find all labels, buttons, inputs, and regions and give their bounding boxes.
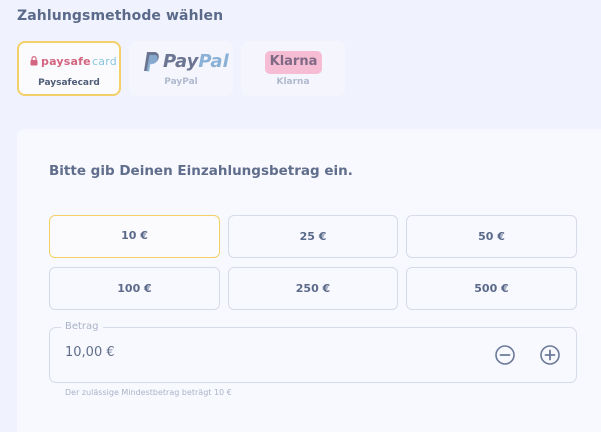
method-paypal[interactable]: PayPal PayPal [129,41,233,96]
section-title: Zahlungsmethode wählen [17,8,224,24]
method-label: PayPal [164,77,198,87]
amount-option-50[interactable]: 50 € [406,215,577,258]
payment-page: Zahlungsmethode wählen paysafe card Pays… [0,0,601,432]
minus-circle-icon[interactable] [494,344,516,366]
paypal-logo-text-primary: Pay [163,51,199,72]
paypal-logo-text-secondary: Pal [198,51,229,72]
method-klarna[interactable]: Klarna Klarna [241,41,345,96]
paysafecard-logo: paysafe card [29,55,129,71]
method-paysafecard[interactable]: paysafe card Paysafecard [17,41,121,96]
method-label: Klarna [276,77,310,87]
paysafecard-logo-text-secondary: card [92,55,117,68]
min-amount-hint: Der zulässige Mindestbetrag beträgt 10 € [65,388,232,397]
amount-option-250[interactable]: 250 € [228,267,398,310]
method-label: Paysafecard [38,78,100,88]
amount-option-100[interactable]: 100 € [49,267,220,310]
paysafecard-logo-text-primary: paysafe [41,55,91,68]
klarna-logo-text: Klarna [269,54,318,69]
amount-option-25[interactable]: 25 € [228,215,398,258]
paypal-mark-icon [144,52,159,72]
amount-input-value[interactable]: 10,00 € [65,345,115,360]
amount-option-500[interactable]: 500 € [406,267,577,310]
deposit-prompt: Bitte gib Deinen Einzahlungsbetrag ein. [49,163,353,179]
klarna-logo: Klarna [265,51,322,74]
lock-icon [30,56,38,66]
paypal-logo: PayPal [142,51,229,73]
plus-circle-icon[interactable] [539,344,561,366]
amount-input-label: Betrag [61,321,103,332]
amount-option-10[interactable]: 10 € [49,215,220,258]
